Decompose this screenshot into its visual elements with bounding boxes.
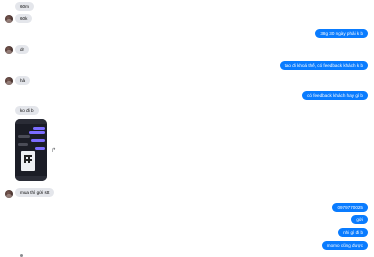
incoming-message: 60m <box>15 2 34 11</box>
incoming-message: ko đi b <box>15 106 39 115</box>
share-icon[interactable]: ↱ <box>51 148 56 154</box>
contact-avatar[interactable] <box>5 15 13 23</box>
outgoing-message: nhi gì đi b <box>338 228 368 237</box>
image-attachment[interactable] <box>15 119 47 181</box>
outgoing-message: gửi <box>351 215 368 224</box>
outgoing-message: 0979770025 <box>332 203 368 212</box>
outgoing-message: momo cũng được <box>321 241 368 250</box>
contact-avatar[interactable] <box>5 77 13 85</box>
incoming-message: hả <box>15 76 31 85</box>
outgoing-message: tao đi khoá thế, có feedback khách k b <box>279 61 368 70</box>
incoming-message: 60k <box>15 14 33 23</box>
contact-avatar[interactable] <box>5 190 13 198</box>
incoming-message: dr <box>15 45 30 54</box>
outgoing-message: có feedback khách hay gì b <box>302 91 368 100</box>
incoming-message: mua thì gửi stt <box>15 188 55 197</box>
outgoing-message: 38g 30 ngày phải k b <box>315 29 368 38</box>
contact-avatar[interactable] <box>5 46 13 54</box>
